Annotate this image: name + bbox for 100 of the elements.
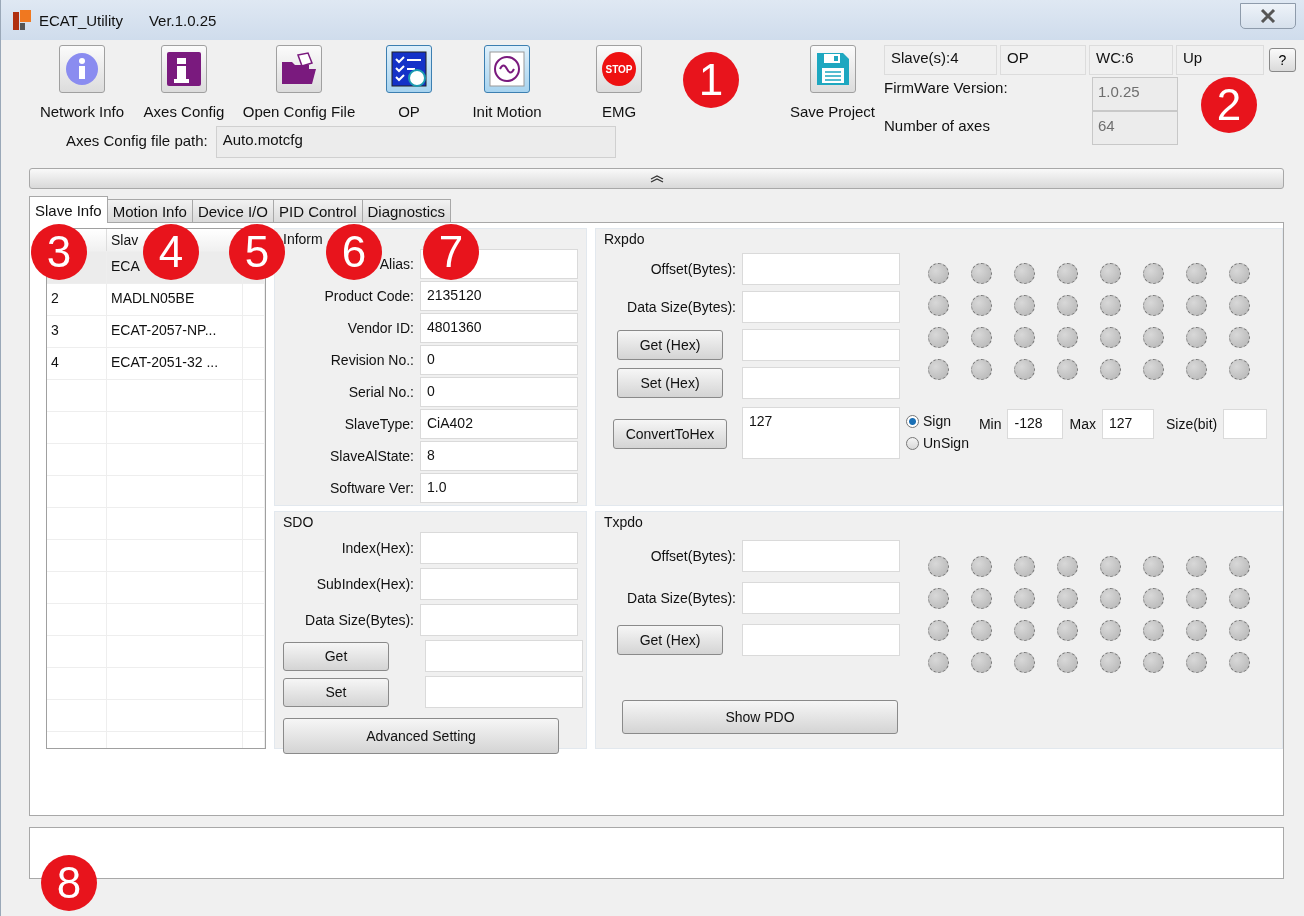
input-field[interactable]: 2135120 [420, 281, 578, 311]
toolbar-button[interactable]: Network Info [33, 45, 131, 120]
toolbar-button[interactable]: STOP EMG [565, 45, 673, 120]
input-field[interactable]: 4801360 [420, 313, 578, 343]
firmware-field: 1.0.25 [1092, 77, 1178, 111]
input-field[interactable] [1223, 409, 1268, 439]
input-field[interactable] [742, 624, 900, 656]
convert-button[interactable]: ConvertToHex [613, 419, 727, 449]
field-label: SubIndex(Hex): [315, 576, 414, 592]
field-label: Software Ver: [329, 480, 414, 496]
group-title: Rxpdo [604, 231, 646, 247]
input-field[interactable]: 127 [1101, 409, 1154, 439]
table-cell: ECAT-2057-NP... [107, 316, 243, 347]
field-label: Product Code: [324, 288, 414, 304]
show-pdo-button[interactable]: Show PDO [622, 700, 898, 734]
table-cell: ECAT-2051-32 ... [107, 348, 243, 379]
action-button[interactable]: Get (Hex) [617, 330, 723, 360]
table-cell: 4 [47, 348, 107, 379]
tab[interactable]: Diagnostics [361, 199, 452, 223]
field-label: Offset(Bytes): [649, 548, 736, 564]
table-cell: MADLN05BE [107, 284, 243, 315]
app-logo-icon [13, 10, 31, 30]
field-label: FirmWare Version: [884, 79, 1009, 98]
toolbar-button[interactable]: OP [369, 45, 449, 120]
input-field[interactable] [742, 329, 900, 361]
field-label: Max [1069, 416, 1096, 432]
input-field[interactable] [420, 532, 578, 564]
radio-button[interactable]: Sign [906, 413, 969, 429]
input-field[interactable] [742, 540, 900, 572]
callout-marker: 2 [1201, 77, 1257, 133]
action-button[interactable]: Get (Hex) [617, 625, 723, 655]
group-title: SDO [283, 514, 315, 530]
input-field[interactable]: -128 [1007, 409, 1064, 439]
field-label: Revision No.: [330, 352, 414, 368]
value-textarea[interactable]: 127 [742, 407, 900, 459]
action-button[interactable]: Get [283, 641, 389, 671]
table-row[interactable]: 3 ECAT-2057-NP... [47, 316, 265, 348]
status-cell: OP [1000, 45, 1086, 75]
callout-marker: 8 [41, 855, 97, 911]
field-label: Alias: [379, 256, 414, 272]
input-field[interactable]: 0 [420, 345, 578, 375]
table-row[interactable]: 4 ECAT-2051-32 ... [47, 348, 265, 380]
table-cell: 2 [47, 284, 107, 315]
field-label: Axes Config file path: [66, 132, 208, 149]
checklist-icon [391, 51, 427, 87]
collapse-bar[interactable] [29, 168, 1284, 189]
status-cell: Up [1176, 45, 1264, 75]
input-field[interactable] [420, 604, 578, 636]
field-label: Number of axes [884, 117, 991, 136]
tab[interactable]: PID Control [272, 199, 363, 223]
field-label: Size(bit) [1165, 416, 1218, 432]
window-title: ECAT_Utility [39, 11, 123, 29]
toolbar-button[interactable]: Init Motion [457, 45, 557, 120]
toolbar-button[interactable]: Open Config File [237, 45, 361, 120]
action-button[interactable]: Set [283, 677, 389, 707]
input-field[interactable] [742, 582, 900, 614]
callout-marker: 1 [683, 52, 739, 108]
table-row[interactable]: 2 MADLN05BE [47, 284, 265, 316]
field-label: Data Size(Bytes): [626, 590, 736, 606]
field-label: Offset(Bytes): [649, 261, 736, 277]
input-field[interactable]: 1.0 [420, 473, 578, 503]
field-label: Data Size(Bytes): [626, 299, 736, 315]
input-field[interactable] [742, 253, 900, 285]
save-project-button[interactable]: Save Project [789, 45, 876, 165]
info-square-icon [166, 51, 202, 87]
help-button[interactable]: ? [1269, 48, 1296, 72]
input-field[interactable]: 0 [420, 377, 578, 407]
close-button[interactable] [1240, 3, 1296, 29]
motor-icon [489, 51, 525, 87]
status-cell: WC:6 [1089, 45, 1173, 75]
stop-icon: STOP [601, 51, 637, 87]
folder-icon [280, 52, 318, 86]
field-label: Index(Hex): [340, 540, 414, 556]
field-label: Serial No.: [348, 384, 414, 400]
version-label: Ver.1.0.25 [148, 11, 217, 29]
input-field[interactable]: CiA402 [420, 409, 578, 439]
radio-button[interactable]: UnSign [906, 435, 969, 451]
tab[interactable]: Slave Info [29, 196, 108, 223]
input-field[interactable] [742, 291, 900, 323]
input-field[interactable] [420, 568, 578, 600]
group-title: Txpdo [604, 514, 644, 530]
input-field[interactable] [425, 676, 583, 708]
group-title: Inform [283, 231, 324, 247]
input-field[interactable] [742, 367, 900, 399]
field-label: Vendor ID: [347, 320, 414, 336]
chevron-up-icon [648, 174, 665, 183]
status-cell: Slave(s):4 [884, 45, 997, 75]
tab[interactable]: Motion Info [106, 199, 193, 223]
action-button[interactable]: Set (Hex) [617, 368, 723, 398]
input-field[interactable] [425, 640, 583, 672]
toolbar-button[interactable]: Axes Config [139, 45, 229, 120]
path-field[interactable]: Auto.motcfg [215, 126, 616, 158]
field-label: Data Size(Bytes): [304, 612, 414, 628]
advanced-setting-button[interactable]: Advanced Setting [283, 718, 559, 754]
axes-count-field: 64 [1092, 111, 1178, 145]
field-label: Min [978, 416, 1002, 432]
table-cell: 3 [47, 316, 107, 347]
close-icon [1260, 9, 1276, 23]
tab[interactable]: Device I/O [191, 199, 274, 223]
input-field[interactable]: 8 [420, 441, 578, 471]
